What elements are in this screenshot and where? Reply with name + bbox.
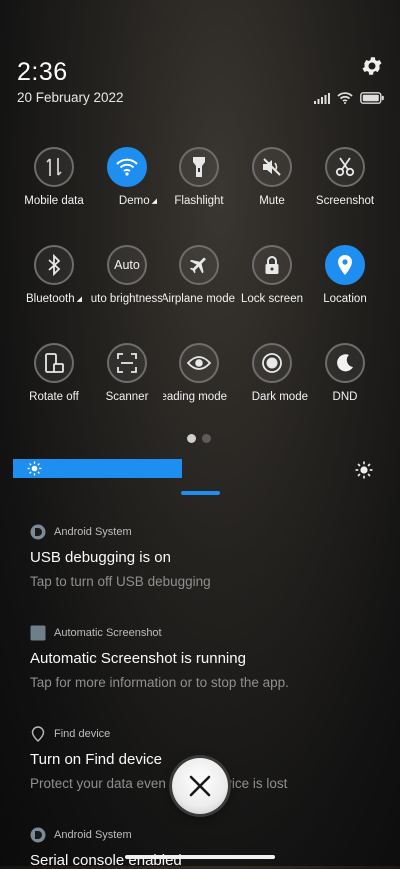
mute-icon: [263, 158, 281, 176]
wifi-icon: [116, 158, 138, 176]
tile-label: Scanner: [105, 391, 149, 403]
dark-mode-icon: [262, 353, 282, 373]
mute-button[interactable]: [252, 147, 292, 187]
tile-label: Mute: [259, 195, 285, 207]
tile-lock-screen[interactable]: Lock screen: [236, 245, 308, 305]
status-date: 20 February 2022: [17, 90, 124, 105]
dnd-button[interactable]: [325, 343, 365, 383]
tile-airplane-mode[interactable]: Airplane mode: [163, 245, 235, 305]
tile-label: Bluetooth: [26, 293, 75, 305]
tile-dark-mode[interactable]: Dark mode: [236, 343, 308, 403]
brightness-low-icon: [27, 461, 42, 476]
wifi-icon: [337, 92, 353, 104]
notification-usb-debugging[interactable]: Android System USB debugging is on Tap t…: [30, 524, 380, 589]
notification-body: Tap to turn off USB debugging: [30, 574, 211, 589]
notification-title: USB debugging is on: [30, 549, 171, 566]
screenshot-button[interactable]: [325, 147, 365, 187]
bluetooth-icon: [48, 254, 61, 276]
dark-mode-button[interactable]: [252, 343, 292, 383]
tile-label: Screenshot: [315, 195, 375, 207]
page-dot: [202, 434, 211, 443]
wifi-button[interactable]: [107, 147, 147, 187]
home-gesture-bar[interactable]: [125, 855, 275, 859]
notification-body: Tap for more information or to stop the …: [30, 675, 289, 690]
rotate-lock-icon: [45, 353, 64, 373]
auto-brightness-icon: Auto: [114, 258, 140, 272]
notification-source: Automatic Screenshot: [54, 627, 162, 639]
brightness-slider-track[interactable]: [182, 459, 338, 478]
tile-reading-mode[interactable]: Reading mode: [163, 343, 235, 403]
tile-label: Rotate off: [29, 391, 79, 403]
page-indicator: [187, 434, 211, 443]
airplane-mode-button[interactable]: [179, 245, 219, 285]
tile-label: Dark mode: [251, 391, 308, 403]
tile-flashlight[interactable]: Flashlight: [163, 147, 235, 207]
status-icons: [314, 91, 384, 105]
page-dot-active: [187, 434, 196, 443]
tile-mobile-data[interactable]: Mobile data: [18, 147, 90, 207]
mobile-data-icon: [46, 158, 62, 176]
tile-label: Mobile data: [24, 195, 84, 207]
tile-auto-brightness[interactable]: Auto Auto brightness: [91, 245, 163, 305]
tile-mute[interactable]: Mute: [236, 147, 308, 207]
tile-label: Location: [323, 293, 367, 305]
scanner-icon: [117, 353, 137, 373]
tile-label: Demo: [118, 195, 150, 207]
tile-label: Reading mode: [163, 391, 227, 403]
bluetooth-button[interactable]: [34, 245, 74, 285]
lock-screen-button[interactable]: [252, 245, 292, 285]
tile-label: Airplane mode: [163, 293, 235, 305]
android-system-icon: [30, 524, 46, 540]
airplane-icon: [189, 257, 206, 274]
signal-icon: [314, 92, 330, 104]
tile-screenshot[interactable]: Screenshot: [309, 147, 381, 207]
tile-label: Lock screen: [240, 293, 303, 305]
tile-rotate-off[interactable]: Rotate off: [18, 343, 90, 403]
mobile-data-button[interactable]: [34, 147, 74, 187]
scissors-icon: [335, 157, 355, 177]
tile-dnd[interactable]: DND: [309, 343, 381, 403]
location-pin-icon: [338, 255, 352, 275]
auto-brightness-icon[interactable]: [355, 461, 373, 479]
tile-label: Auto brightness: [91, 293, 163, 305]
battery-icon: [360, 92, 384, 104]
tile-scanner[interactable]: Scanner: [91, 343, 163, 403]
panel-handle[interactable]: [181, 491, 220, 495]
notification-serial-console[interactable]: Android System Serial console enabled: [30, 827, 380, 869]
notification-source: Android System: [54, 526, 132, 538]
scanner-button[interactable]: [107, 343, 147, 383]
settings-gear-icon[interactable]: [360, 54, 384, 78]
close-floating-button[interactable]: [172, 758, 228, 814]
tile-bluetooth[interactable]: Bluetooth ◢: [18, 245, 90, 305]
flashlight-button[interactable]: [179, 147, 219, 187]
flashlight-icon: [193, 157, 205, 177]
android-system-icon: [30, 827, 46, 843]
tile-label: Flashlight: [174, 195, 224, 207]
eye-icon: [187, 356, 211, 370]
automatic-screenshot-icon: [30, 625, 46, 641]
tile-wifi[interactable]: Demo ◢: [91, 147, 163, 207]
location-button[interactable]: [325, 245, 365, 285]
notification-title: Automatic Screenshot is running: [30, 650, 246, 667]
rotate-off-button[interactable]: [34, 343, 74, 383]
notification-source: Find device: [54, 728, 111, 740]
status-time: 2:36: [17, 58, 68, 86]
moon-icon: [337, 354, 353, 372]
reading-mode-button[interactable]: [179, 343, 219, 383]
auto-brightness-button[interactable]: Auto: [107, 245, 147, 285]
tile-location[interactable]: Location: [309, 245, 381, 305]
find-device-pin-icon: [30, 726, 46, 742]
tile-label: DND: [332, 391, 358, 403]
notification-automatic-screenshot[interactable]: Automatic Screenshot Automatic Screensho…: [30, 625, 380, 690]
close-icon: [189, 775, 211, 797]
lock-icon: [265, 256, 279, 274]
notification-source: Android System: [54, 829, 132, 841]
